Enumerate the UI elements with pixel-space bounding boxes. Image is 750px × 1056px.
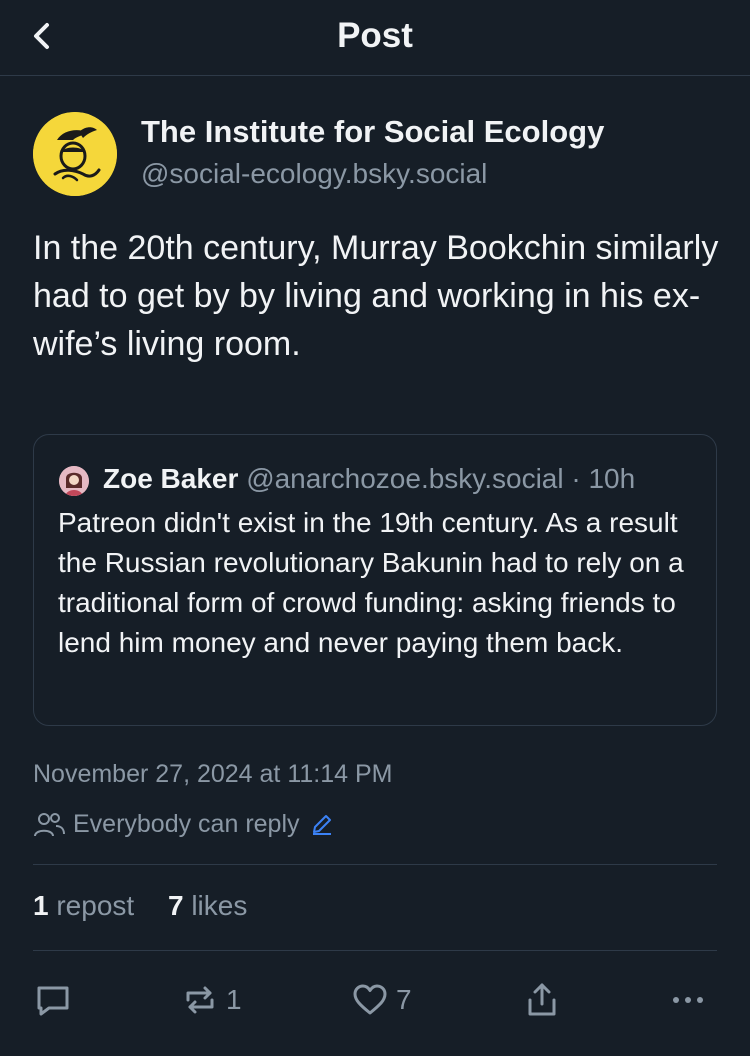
page-title: Post [337, 16, 413, 55]
comment-icon [37, 986, 69, 1016]
post-stats: 1 repost 7 likes [33, 890, 247, 922]
heart-icon [353, 984, 387, 1015]
repost-count: 1 [226, 984, 242, 1015]
repost-icon [186, 986, 214, 1014]
likes-stat[interactable]: 7 likes [168, 890, 247, 922]
share-button[interactable] [522, 978, 562, 1022]
reply-setting-label: Everybody can reply [73, 809, 300, 838]
likes-count: 7 [167, 890, 184, 921]
author-handle[interactable]: @social-ecology.bsky.social [141, 158, 487, 190]
quote-author-avatar[interactable] [59, 466, 89, 496]
author-name[interactable]: The Institute for Social Ecology [141, 114, 604, 150]
more-button[interactable] [668, 978, 708, 1022]
quote-author-name[interactable]: Zoe Baker [103, 463, 238, 494]
quote-author-handle: @anarchozoe.bsky.social · 10h [246, 463, 636, 494]
post-text: In the 20th century, Murray Bookchin sim… [33, 229, 719, 363]
reposts-label: repost [56, 890, 135, 921]
share-icon [528, 983, 556, 1016]
reply-setting-button[interactable]: Everybody can reply [33, 806, 334, 842]
divider [33, 950, 717, 951]
post-timestamp: November 27, 2024 at 11:14 PM [33, 760, 393, 788]
avatar-portrait-icon [59, 466, 89, 496]
likes-label: likes [191, 890, 248, 921]
quoted-post-card[interactable]: Zoe Baker @anarchozoe.bsky.social · 10h … [33, 434, 717, 726]
pencil-icon[interactable] [310, 812, 334, 836]
like-button[interactable]: 7 [350, 978, 412, 1022]
reply-button[interactable] [33, 978, 73, 1022]
author-avatar[interactable] [33, 112, 117, 196]
acorn-logo-icon [33, 112, 117, 196]
more-icon [673, 997, 703, 1003]
divider [33, 864, 717, 865]
reposts-stat[interactable]: 1 repost [33, 890, 134, 922]
like-count: 7 [396, 984, 412, 1015]
quote-text: Patreon didn't exist in the 19th century… [58, 507, 684, 658]
top-bar: Post [0, 0, 750, 76]
people-icon [34, 813, 65, 837]
repost-button[interactable]: 1 [180, 978, 242, 1022]
quote-header: Zoe Baker @anarchozoe.bsky.social · 10h [103, 463, 635, 495]
reposts-count: 1 [33, 890, 49, 921]
